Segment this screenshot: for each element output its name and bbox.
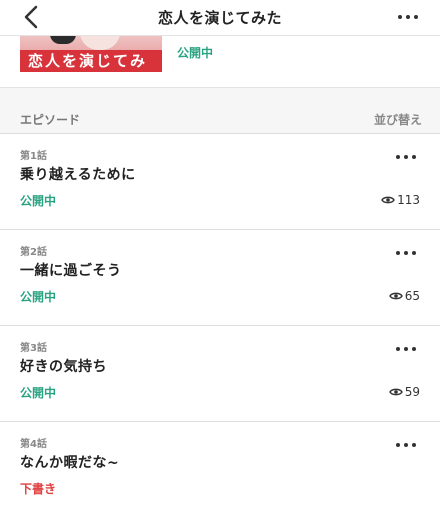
episode-number: 第2話 xyxy=(20,247,47,258)
episode-title: なんか暇だな~ xyxy=(20,455,120,471)
episode-view-count: 113 xyxy=(381,193,420,207)
episode-title: 一緒に過ごそう xyxy=(20,263,122,279)
episode-view-count: 65 xyxy=(388,289,420,303)
view-count-value: 59 xyxy=(404,385,420,399)
episode-status-badge: 公開中 xyxy=(20,194,57,208)
more-options-icon[interactable] xyxy=(394,11,422,23)
episodes-section-header: エピソード 並び替え xyxy=(0,88,440,133)
episode-title: 好きの気持ち xyxy=(20,359,107,375)
eye-icon xyxy=(388,292,403,300)
episode-more-options-icon[interactable] xyxy=(392,439,420,451)
episode-number: 第1話 xyxy=(20,151,47,162)
episode-row[interactable]: 第3話好きの気持ち 公開中 59 xyxy=(0,325,440,421)
episode-row[interactable]: 第4話なんか暇だな~ 下書き xyxy=(0,421,440,517)
episode-row[interactable]: 第1話乗り越えるために 公開中 113 xyxy=(0,133,440,229)
episode-number: 第3話 xyxy=(20,343,47,354)
work-status-badge: 公開中 xyxy=(177,46,214,60)
thumbnail-title-text: 恋人を演じてみた xyxy=(28,52,148,70)
eye-icon xyxy=(381,196,395,204)
sort-button[interactable]: 並び替え xyxy=(374,111,422,128)
episode-status-badge: 公開中 xyxy=(20,290,57,304)
view-count-value: 65 xyxy=(404,289,420,303)
episode-title: 乗り越えるために xyxy=(20,167,136,183)
page-title: 恋人を演じてみた xyxy=(157,9,282,27)
top-nav-bar: 恋人を演じてみた xyxy=(0,0,440,36)
eye-icon xyxy=(388,388,403,396)
view-count-value: 113 xyxy=(397,193,420,207)
work-summary: 恋人を演じてみた 公開中 xyxy=(0,36,440,88)
episode-number: 第4話 xyxy=(20,439,47,450)
work-thumbnail[interactable]: 恋人を演じてみた xyxy=(20,36,162,72)
episode-more-options-icon[interactable] xyxy=(392,151,420,163)
episode-status-badge: 公開中 xyxy=(20,386,57,400)
episode-row[interactable]: 第2話一緒に過ごそう 公開中 65 xyxy=(0,229,440,325)
episodes-section-title: エピソード xyxy=(20,113,81,127)
episode-more-options-icon[interactable] xyxy=(392,343,420,355)
episode-status-badge: 下書き xyxy=(20,482,57,496)
episode-more-options-icon[interactable] xyxy=(392,247,420,259)
episode-view-count: 59 xyxy=(388,385,420,399)
